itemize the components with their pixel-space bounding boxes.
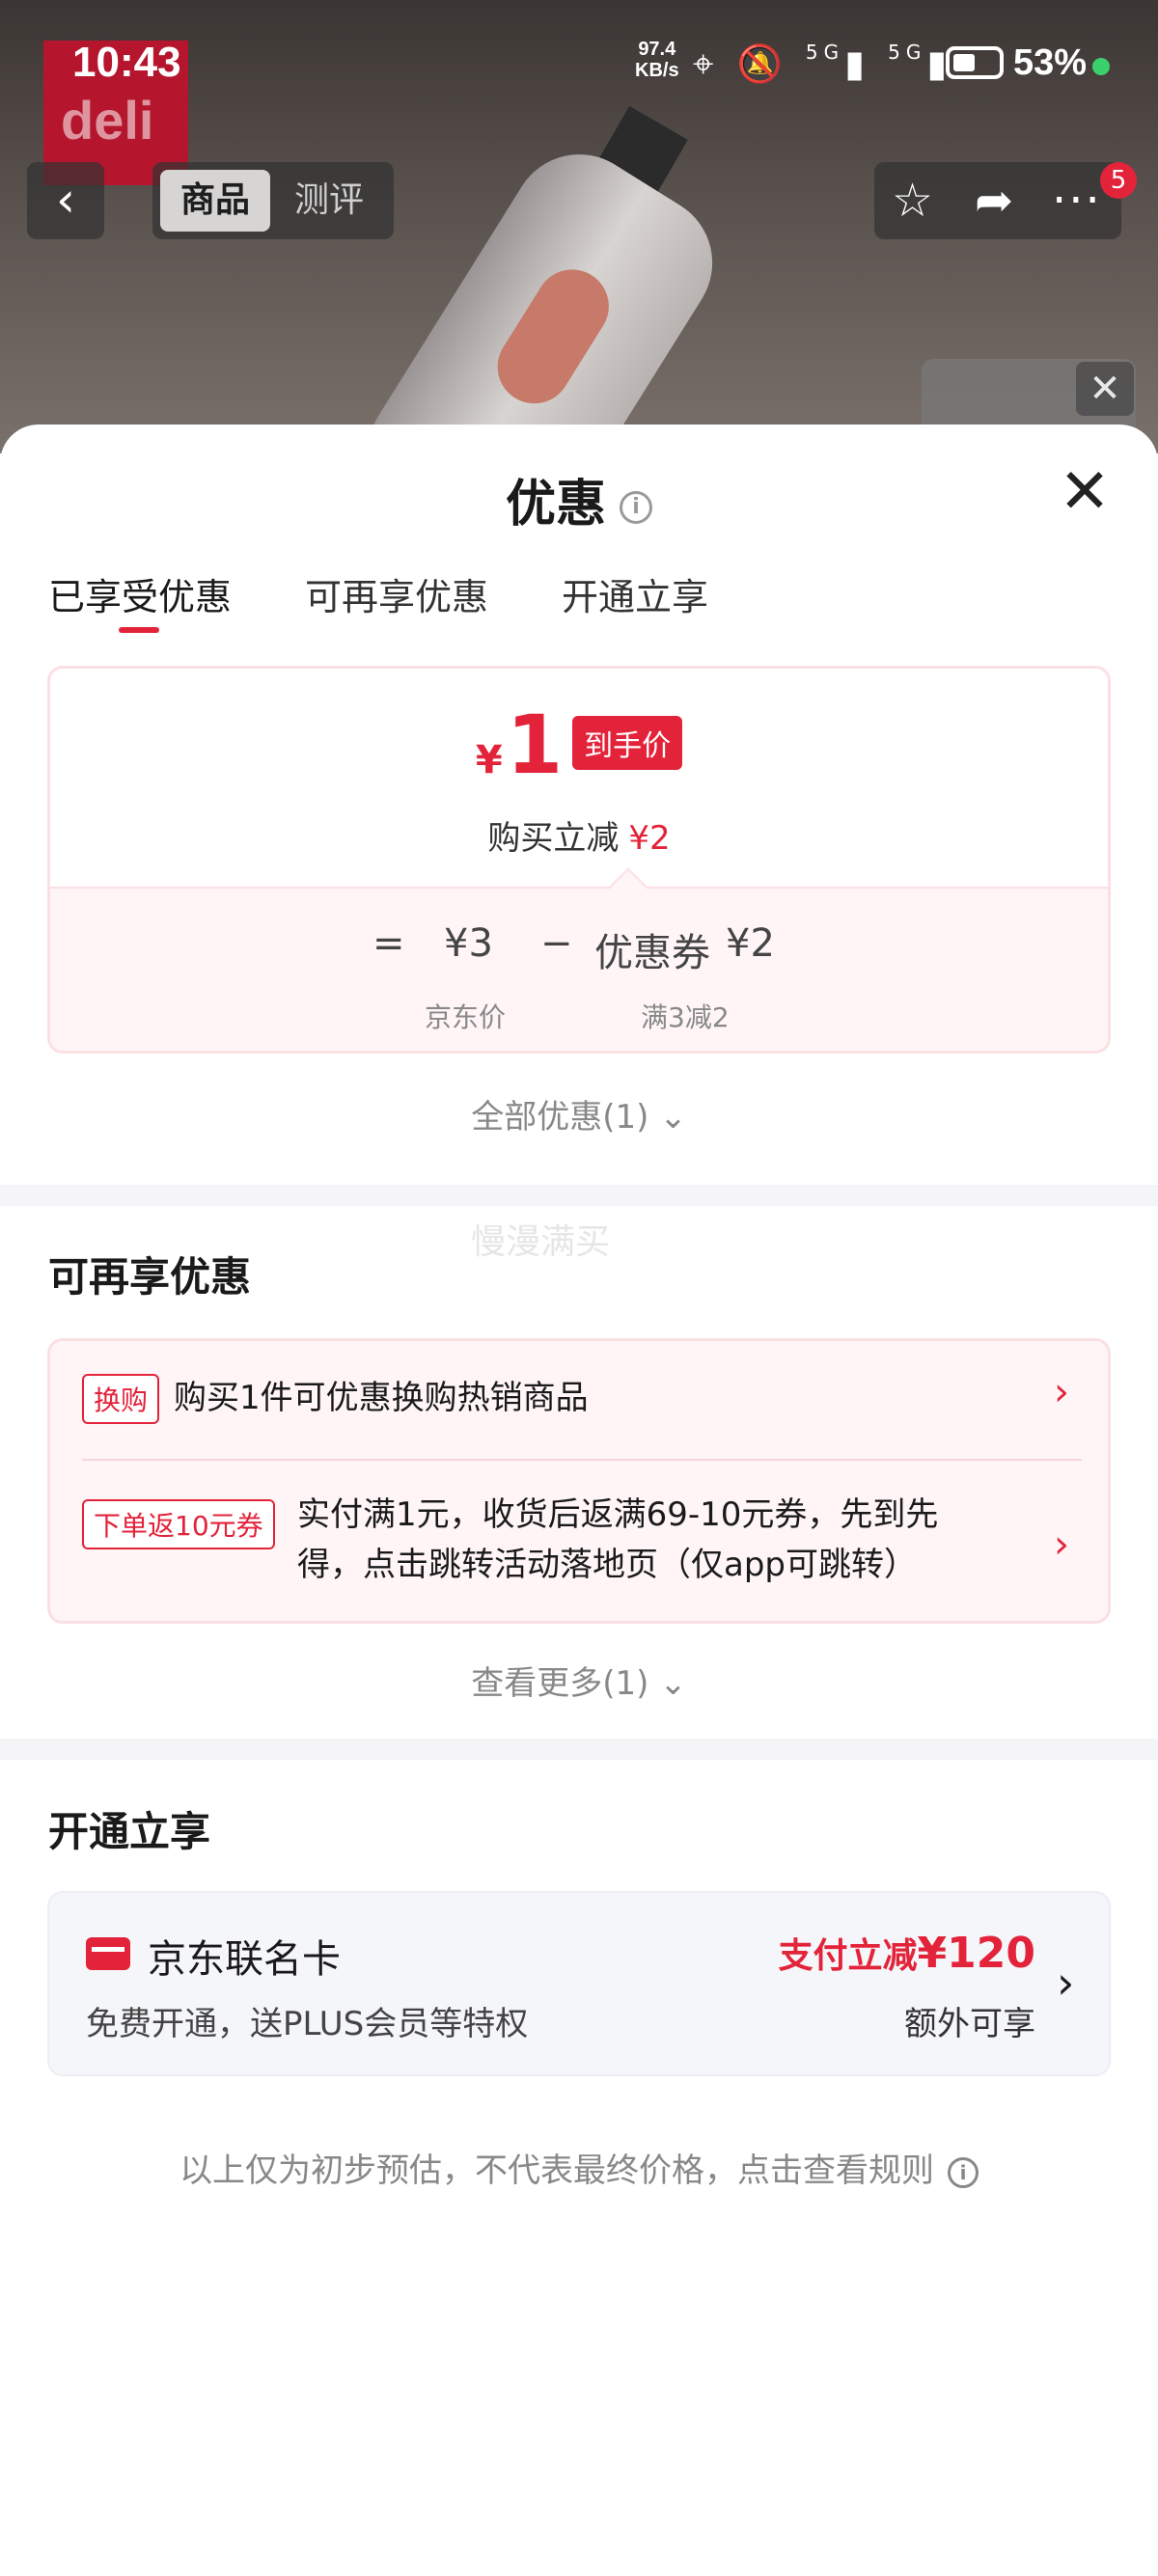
network-speed-value: 97.4	[638, 39, 676, 60]
see-more-link[interactable]: 查看更多(1) ⌄	[0, 1657, 1158, 1704]
minus-sign: −	[540, 921, 573, 966]
location-icon: ⌖	[693, 42, 720, 85]
status-dot-icon	[1092, 58, 1110, 75]
favorite-star-icon[interactable]: ☆	[892, 172, 933, 230]
coupon-amount: ¥2	[726, 921, 775, 966]
status-bar: 10:43 97.4 KB/s ⌖ 🔕 5G▮ 5G▮ 53%	[0, 0, 1158, 130]
sheet-title: 优惠	[505, 476, 606, 534]
chevron-right-icon: ›	[1057, 1957, 1075, 2009]
message-badge: 5	[1100, 162, 1137, 199]
offer-text-line-1: 实付满1元，收货后返满69-10元券，先到先	[297, 1495, 939, 1534]
cobrand-card-offer[interactable]: 京东联名卡 免费开通，送PLUS会员等特权 支付立减¥120 额外可享 ›	[47, 1891, 1111, 2076]
info-icon: i	[948, 2156, 979, 2188]
footer-note-text: 以上仅为初步预估，不代表最终价格，点击查看规则	[179, 2151, 934, 2190]
more-icon[interactable]: ···	[1052, 172, 1102, 230]
reduce-line: 购买立减 ¥2	[50, 811, 1108, 859]
more-discounts-card: 换购 购买1件可优惠换购热销商品 › 下单返10元券 实付满1元，收货后返满69…	[47, 1338, 1111, 1624]
signal-icon-1: 5G	[805, 41, 845, 64]
tab-product[interactable]: 商品	[160, 170, 270, 232]
tab-review[interactable]: 测评	[274, 170, 384, 232]
sheet-title-row: 优惠 i	[0, 463, 1158, 535]
all-discounts-link[interactable]: 全部优惠(1) ⌄	[0, 1090, 1158, 1137]
battery-icon	[946, 46, 1004, 79]
footer-note[interactable]: 以上仅为初步预估，不代表最终价格，点击查看规则 i	[0, 2144, 1158, 2191]
network-speed: 97.4 KB/s	[635, 39, 679, 81]
mute-icon: 🔕	[736, 42, 788, 85]
chevron-down-icon: ⌄	[659, 1098, 687, 1137]
active-tab-indicator	[119, 627, 159, 633]
product-tab-switcher: 商品 测评	[152, 162, 394, 239]
signal-bars-icon-1: ▮	[844, 42, 871, 85]
close-icon: ✕	[1059, 456, 1111, 528]
offer-text: 购买1件可优惠换购热销商品	[174, 1379, 589, 1417]
chevron-right-icon: ›	[1054, 1370, 1069, 1414]
status-time: 10:43	[72, 39, 181, 86]
coupon-rule: 满3减2	[641, 1001, 730, 1033]
card-promo: 支付立减¥120	[779, 1928, 1035, 1978]
offer-row-exchange[interactable]: 换购 购买1件可优惠换购热销商品 ›	[50, 1341, 1108, 1459]
info-icon[interactable]: i	[620, 491, 652, 524]
see-more-label: 查看更多(1)	[471, 1664, 649, 1703]
price-formula-section	[50, 887, 1108, 1051]
final-price-tag: 到手价	[572, 716, 683, 770]
thumbnail-close-icon[interactable]: ✕	[1076, 362, 1134, 416]
card-description: 免费开通，送PLUS会员等特权	[86, 2005, 529, 2043]
jd-price: ¥3	[444, 921, 493, 966]
reduce-amount: ¥2	[628, 819, 671, 858]
tab-open-to-enjoy[interactable]: 开通立享	[562, 567, 708, 620]
cutter-grip-shape	[483, 256, 623, 418]
watermark-text: 慢漫满买	[471, 1222, 611, 1262]
chevron-right-icon: ›	[1054, 1522, 1069, 1567]
chevron-left-icon: ‹	[56, 172, 75, 228]
top-toolbar: ☆ ➦ ···	[874, 162, 1121, 239]
chevron-down-icon: ⌄	[659, 1664, 687, 1703]
offer-tag: 换购	[82, 1374, 160, 1424]
price-breakdown-card: ¥1 到手价 购买立减 ¥2 = ¥3 − 优惠券 ¥2 京东价 满3减2	[47, 666, 1111, 1054]
card-promo-amount: ¥120	[917, 1929, 1035, 1978]
reduce-label: 购买立减	[487, 819, 620, 858]
battery-percent: 53%	[1013, 42, 1088, 83]
equals-sign: =	[372, 921, 405, 966]
offer-tag: 下单返10元券	[82, 1499, 275, 1549]
share-icon[interactable]: ➦	[975, 172, 1013, 230]
final-price-section: ¥1 到手价 购买立减 ¥2	[50, 669, 1108, 887]
card-extra-note: 额外可享	[904, 2005, 1035, 2043]
section-divider	[0, 1739, 1158, 1760]
all-discounts-label: 全部优惠(1)	[471, 1098, 649, 1137]
section-divider	[0, 1185, 1158, 1206]
status-icons: ⌖ 🔕 5G▮ 5G▮	[693, 41, 952, 86]
signal-icon-2: 5G	[888, 41, 927, 64]
open-to-enjoy-title: 开通立享	[48, 1808, 211, 1855]
cutter-shape	[343, 128, 738, 453]
card-promo-prefix: 支付立减	[778, 1936, 918, 1976]
network-speed-unit: KB/s	[635, 60, 679, 81]
final-price: 1	[506, 698, 564, 792]
back-button[interactable]: ‹	[27, 162, 104, 239]
currency-symbol: ¥	[475, 738, 503, 782]
card-name: 京东联名卡	[148, 1937, 341, 1982]
close-button[interactable]: ✕	[1056, 461, 1114, 523]
credit-card-icon	[86, 1937, 130, 1970]
discount-sheet: 优惠 i ✕ 已享受优惠 可再享优惠 开通立享 ¥1 到手价 购买立减 ¥2 = ¥3…	[0, 425, 1158, 2576]
jd-price-label: 京东价	[425, 1001, 507, 1033]
tab-more-discounts[interactable]: 可再享优惠	[305, 567, 488, 620]
final-price-line: ¥1 到手价	[50, 698, 1108, 792]
tab-enjoyed-discounts[interactable]: 已享受优惠	[48, 567, 232, 620]
coupon-label: 优惠券	[594, 931, 710, 975]
offer-text-line-2: 得，点击跳转活动落地页（仅app可跳转）	[297, 1546, 917, 1584]
more-discounts-title: 可再享优惠	[48, 1253, 252, 1301]
offer-row-cashback-coupon[interactable]: 下单返10元券 实付满1元，收货后返满69-10元券，先到先 得，点击跳转活动落…	[50, 1461, 1108, 1625]
